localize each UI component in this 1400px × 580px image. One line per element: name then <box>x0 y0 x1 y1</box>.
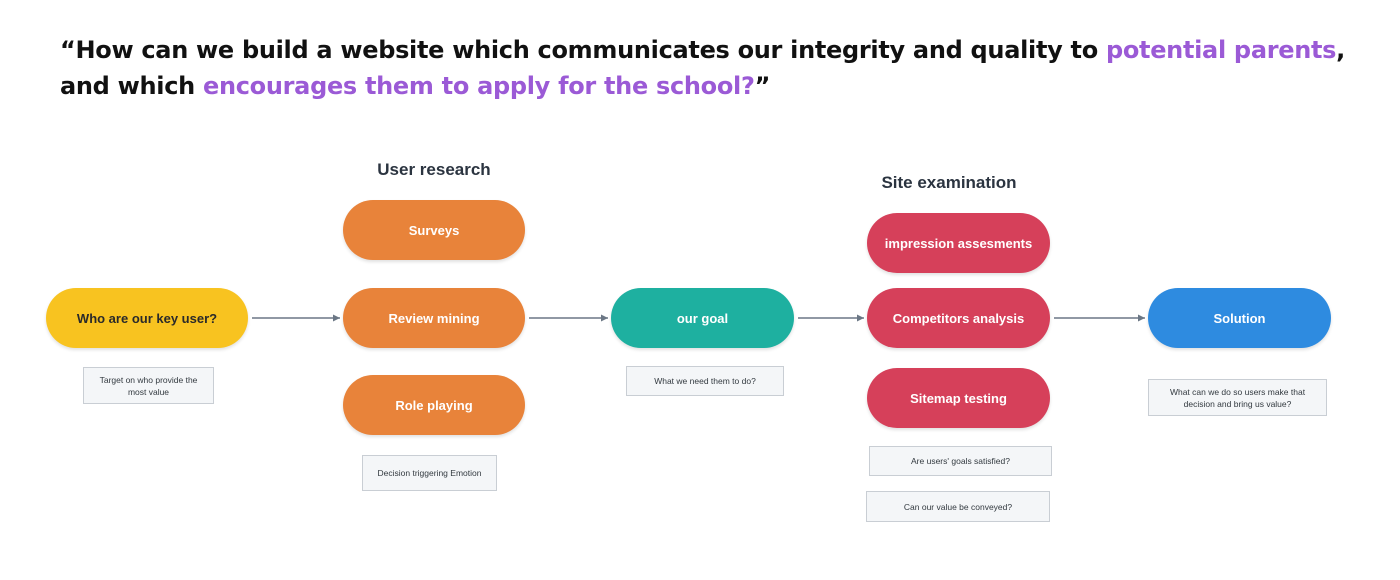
note-key-user: Target on who provide the most value <box>83 367 214 404</box>
node-impression-assessments: impression assesments <box>867 213 1050 273</box>
node-solution: Solution <box>1148 288 1331 348</box>
note-goals-satisfied: Are users' goals satisfied? <box>869 446 1052 476</box>
node-key-user: Who are our key user? <box>46 288 248 348</box>
section-title-site-examination: Site examination <box>881 173 1017 192</box>
note-role-playing: Decision triggering Emotion <box>362 455 497 491</box>
node-surveys: Surveys <box>343 200 525 260</box>
node-competitors-analysis: Competitors analysis <box>867 288 1050 348</box>
node-our-goal: our goal <box>611 288 794 348</box>
note-value-conveyed: Can our value be conveyed? <box>866 491 1050 522</box>
node-review-mining: Review mining <box>343 288 525 348</box>
node-role-playing: Role playing <box>343 375 525 435</box>
note-solution: What can we do so users make that decisi… <box>1148 379 1327 416</box>
section-title-user-research: User research <box>377 160 491 179</box>
note-our-goal: What we need them to do? <box>626 366 784 396</box>
node-sitemap-testing: Sitemap testing <box>867 368 1050 428</box>
